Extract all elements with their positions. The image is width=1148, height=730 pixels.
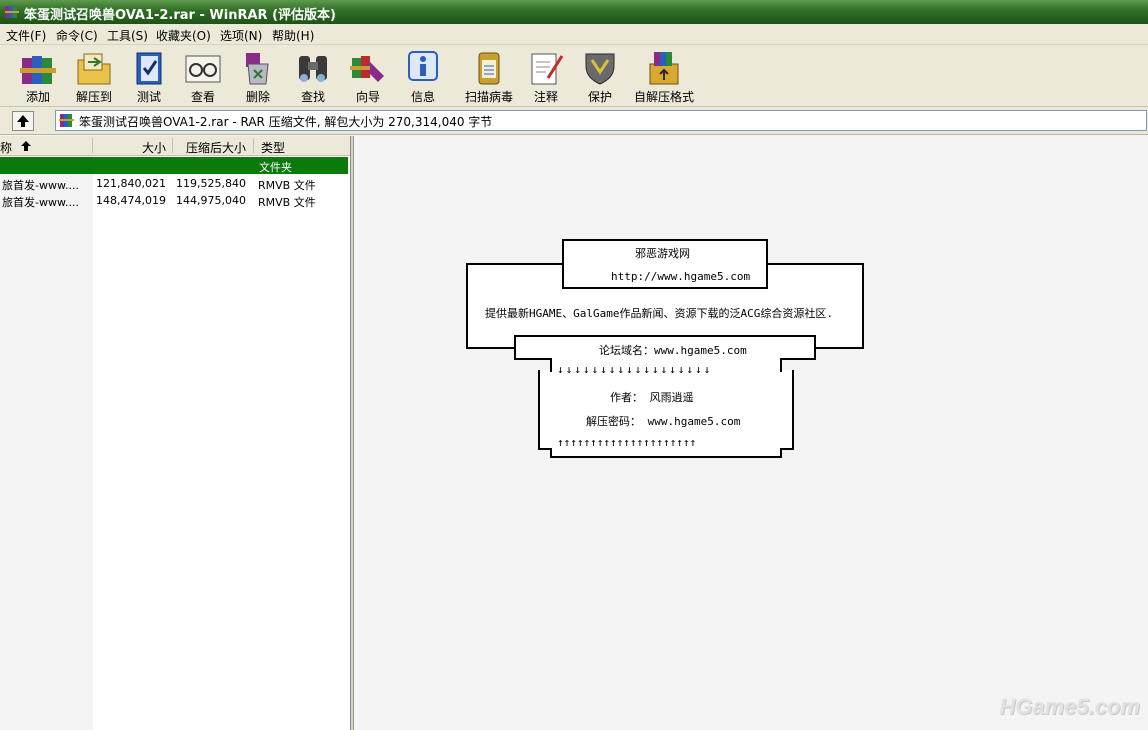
view-glasses-icon bbox=[185, 55, 221, 83]
info-button[interactable]: 信息 bbox=[398, 47, 448, 104]
sort-up-arrow-icon bbox=[21, 141, 31, 151]
table-row[interactable]: 旅首发-www.... 148,474,019 144,975,040 RMVB… bbox=[0, 192, 348, 209]
up-arrows: ↑↑↑↑↑↑↑↑↑↑↑↑↑↑↑↑↑↑↑↑↑ bbox=[557, 436, 697, 449]
forum-domain: 论坛域名：www.hgame5.com bbox=[599, 344, 747, 357]
table-row[interactable]: 旅首发-www.... 121,840,021 119,525,840 RMVB… bbox=[0, 175, 348, 192]
up-arrow-icon bbox=[17, 115, 29, 127]
toolbar: 添加 解压到 测试 查看 删除 查找 向导 信息 扫描病毒 注释 保护 自解压格… bbox=[0, 45, 1148, 107]
wizard-button[interactable]: 向导 bbox=[342, 47, 394, 104]
site-url: http://www.hgame5.com bbox=[611, 270, 751, 283]
table-row[interactable]: 文件夹 bbox=[0, 157, 348, 174]
column-type[interactable]: 类型 bbox=[261, 139, 285, 156]
comment-pane: 邪恶游戏网 http://www.hgame5.com 提供最新HGAME、Ga… bbox=[354, 136, 1148, 730]
menu-tools[interactable]: 工具(S) bbox=[107, 27, 148, 44]
extract-folder-icon bbox=[77, 53, 111, 85]
menu-help[interactable]: 帮助(H) bbox=[272, 27, 314, 44]
delete-button[interactable]: 删除 bbox=[233, 47, 283, 104]
menu-commands[interactable]: 命令(C) bbox=[56, 27, 98, 44]
column-size[interactable]: 大小 bbox=[142, 139, 166, 156]
rar-archive-icon bbox=[59, 114, 74, 127]
comment-pen-icon bbox=[531, 53, 564, 85]
extract-to-button[interactable]: 解压到 bbox=[68, 47, 120, 104]
up-folder-button[interactable] bbox=[12, 111, 34, 131]
test-button[interactable]: 测试 bbox=[124, 47, 174, 104]
menu-options[interactable]: 选项(N) bbox=[220, 27, 262, 44]
password-line: 解压密码： www.hgame5.com bbox=[586, 415, 741, 428]
sfx-button[interactable]: 自解压格式 bbox=[630, 47, 698, 104]
test-book-icon bbox=[136, 52, 162, 85]
add-button[interactable]: 添加 bbox=[12, 47, 64, 104]
menu-bar: 文件(F) 命令(C) 工具(S) 收藏夹(O) 选项(N) 帮助(H) bbox=[0, 24, 1148, 45]
protect-button[interactable]: 保护 bbox=[576, 47, 624, 104]
watermark-logo: HGame5.com bbox=[999, 694, 1140, 719]
address-bar: 笨蛋测试召唤兽OVA1-2.rar - RAR 压缩文件, 解包大小为 270,… bbox=[0, 107, 1148, 135]
menu-file[interactable]: 文件(F) bbox=[6, 27, 46, 44]
virus-scan-icon bbox=[478, 52, 500, 85]
column-packed[interactable]: 压缩后大小 bbox=[186, 139, 246, 156]
binoculars-icon bbox=[299, 56, 327, 82]
scan-virus-button[interactable]: 扫描病毒 bbox=[458, 47, 520, 104]
view-button[interactable]: 查看 bbox=[178, 47, 228, 104]
author-line: 作者： 风雨逍遥 bbox=[610, 391, 694, 404]
site-description: 提供最新HGAME、GalGame作品新闻、资源下载的泛ACG综合资源社区. bbox=[485, 307, 833, 320]
address-field[interactable]: 笨蛋测试召唤兽OVA1-2.rar - RAR 压缩文件, 解包大小为 270,… bbox=[55, 110, 1147, 131]
window-title: 笨蛋测试召唤兽OVA1-2.rar - WinRAR (评估版本) bbox=[24, 8, 336, 23]
column-header: 称 大小 压缩后大小 类型 bbox=[0, 136, 350, 156]
column-name[interactable]: 称 bbox=[0, 139, 12, 156]
file-list[interactable]: 称 大小 压缩后大小 类型 文件夹 旅首发-www.... 121,840,02… bbox=[0, 136, 351, 730]
down-arrows: ↓↓↓↓↓↓↓↓↓↓↓↓↓↓↓↓↓↓ bbox=[557, 363, 713, 376]
shield-icon bbox=[585, 53, 615, 85]
add-books-icon bbox=[20, 56, 56, 84]
sfx-box-icon bbox=[649, 52, 679, 85]
find-button[interactable]: 查找 bbox=[288, 47, 338, 104]
wizard-icon bbox=[350, 56, 384, 82]
winrar-books-icon bbox=[5, 6, 19, 18]
comment-button[interactable]: 注释 bbox=[524, 47, 568, 104]
delete-recycle-icon bbox=[246, 53, 269, 85]
archive-info: 笨蛋测试召唤兽OVA1-2.rar - RAR 压缩文件, 解包大小为 270,… bbox=[79, 115, 493, 129]
title-bar[interactable]: 笨蛋测试召唤兽OVA1-2.rar - WinRAR (评估版本) bbox=[0, 0, 1148, 24]
menu-favorites[interactable]: 收藏夹(O) bbox=[156, 27, 211, 44]
site-name: 邪恶游戏网 bbox=[635, 247, 690, 260]
info-icon bbox=[408, 51, 438, 81]
